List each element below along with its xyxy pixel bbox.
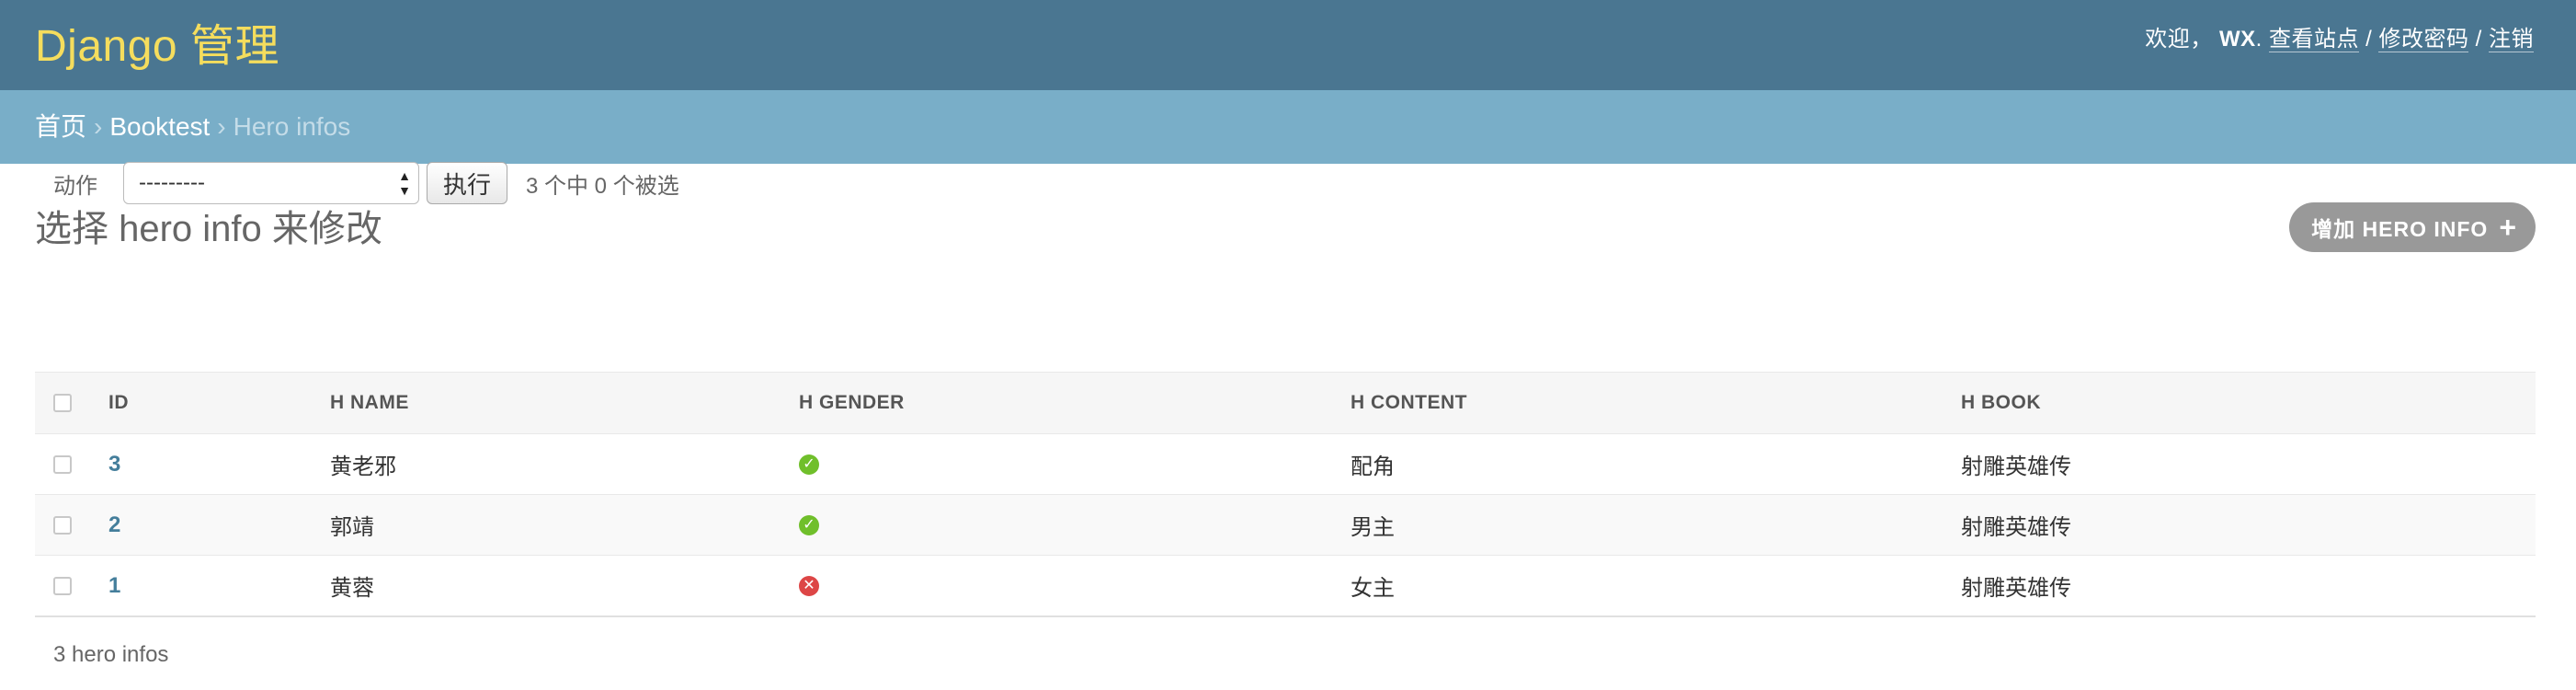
- id-cell: 3: [108, 433, 330, 495]
- change-password-link[interactable]: 修改密码: [2378, 27, 2469, 52]
- table-row: 2 郭靖 ✓ 男主 射雕英雄传: [35, 494, 2536, 556]
- selection-counter: 3 个中 0 个被选: [526, 173, 679, 199]
- gender-cell: ✕: [799, 555, 1351, 617]
- row-select-cell: [35, 555, 108, 617]
- table-header-row: ID H NAME H GENDER H CONTENT H BOOK: [35, 372, 2536, 434]
- id-cell: 1: [108, 555, 330, 617]
- breadcrumb-app[interactable]: Booktest: [109, 112, 210, 141]
- column-header-name[interactable]: H NAME: [330, 372, 799, 434]
- action-label: 动作: [53, 173, 97, 199]
- column-header-gender[interactable]: H GENDER: [799, 372, 1351, 434]
- check-circle-icon: ✓: [799, 454, 819, 476]
- row-select-cell: [35, 494, 108, 556]
- content-cell: 女主: [1351, 555, 1961, 617]
- check-circle-icon: ✓: [799, 515, 819, 536]
- select-all-checkbox[interactable]: [53, 394, 72, 413]
- breadcrumb-home[interactable]: 首页: [35, 112, 86, 141]
- table-row: 1 黄蓉 ✕ 女主 射雕英雄传: [35, 555, 2536, 617]
- column-header-id[interactable]: ID: [108, 372, 330, 434]
- content-cell: 男主: [1351, 494, 1961, 556]
- action-select-value: ---------: [139, 170, 205, 195]
- action-select[interactable]: --------- ▲ ▼: [123, 162, 419, 204]
- name-cell: 郭靖: [330, 494, 799, 556]
- row-checkbox[interactable]: [53, 577, 72, 596]
- content-cell: 配角: [1351, 433, 1961, 495]
- logout-link[interactable]: 注销: [2489, 27, 2534, 52]
- name-cell: 黄蓉: [330, 555, 799, 617]
- x-circle-icon: ✕: [799, 576, 819, 597]
- user-tools-separator: /: [2365, 27, 2373, 52]
- book-cell: 射雕英雄传: [1961, 555, 2536, 617]
- site-branding[interactable]: Django 管理: [35, 9, 279, 74]
- breadcrumb-separator: ›: [94, 112, 103, 141]
- gender-cell: ✓: [799, 433, 1351, 495]
- site-header: Django 管理 欢迎， WX. 查看站点 / 修改密码 / 注销: [0, 0, 2576, 90]
- id-cell: 2: [108, 494, 330, 556]
- results-table: ID H NAME H GENDER H CONTENT H BOOK 3 黄老…: [35, 372, 2536, 617]
- select-arrows-icon: ▲ ▼: [398, 168, 411, 198]
- book-cell: 射雕英雄传: [1961, 494, 2536, 556]
- id-link[interactable]: 2: [108, 512, 120, 537]
- user-tools: 欢迎， WX. 查看站点 / 修改密码 / 注销: [2145, 20, 2534, 52]
- id-link[interactable]: 3: [108, 452, 120, 477]
- column-header-content[interactable]: H CONTENT: [1351, 372, 1961, 434]
- breadcrumb-current: Hero infos: [233, 112, 351, 141]
- id-link[interactable]: 1: [108, 573, 120, 598]
- gender-cell: ✓: [799, 494, 1351, 556]
- view-site-link[interactable]: 查看站点: [2268, 27, 2359, 52]
- row-checkbox[interactable]: [53, 516, 72, 535]
- breadcrumb-separator: ›: [217, 112, 226, 141]
- select-all-cell: [35, 372, 108, 434]
- name-cell: 黄老邪: [330, 433, 799, 495]
- run-action-button[interactable]: 执行: [427, 162, 507, 204]
- welcome-text: 欢迎，: [2145, 27, 2213, 52]
- actions-bar: 动作 --------- ▲ ▼ 执行 3 个中 0 个被选: [35, 144, 2536, 223]
- username-dot: .: [2255, 27, 2263, 52]
- column-header-book[interactable]: H BOOK: [1961, 372, 2536, 434]
- book-cell: 射雕英雄传: [1961, 433, 2536, 495]
- user-tools-separator: /: [2475, 27, 2482, 52]
- result-count: 3 hero infos: [53, 642, 169, 667]
- row-select-cell: [35, 433, 108, 495]
- table-row: 3 黄老邪 ✓ 配角 射雕英雄传: [35, 433, 2536, 495]
- row-checkbox[interactable]: [53, 455, 72, 475]
- username: WX: [2218, 27, 2256, 52]
